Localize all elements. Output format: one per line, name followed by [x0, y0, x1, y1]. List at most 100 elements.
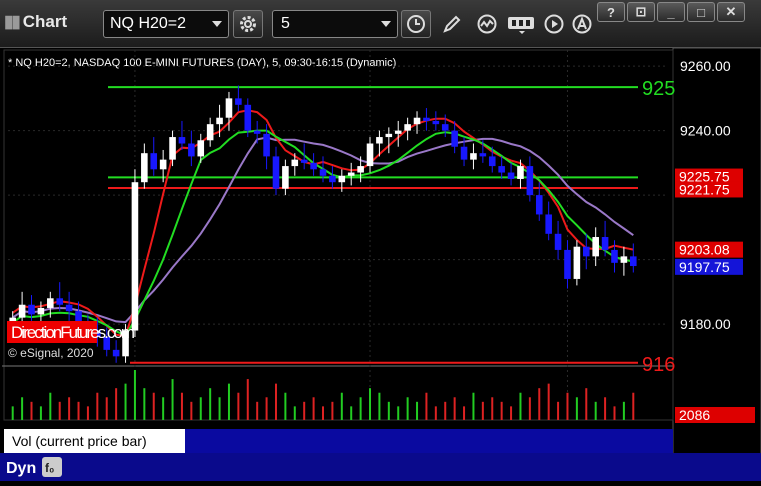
chart-toolbar: ▮▮ Chart NQ H20=2 5 ? ⊡ _ □ ✕: [0, 0, 761, 48]
candle-body: [394, 130, 402, 134]
candle-body: [582, 246, 590, 257]
candle-body: [535, 195, 543, 215]
link-button[interactable]: ⊡: [627, 2, 655, 22]
copyright-text: © eSignal, 2020: [8, 346, 94, 360]
grip-icon[interactable]: ▮▮: [4, 12, 21, 31]
window-title-text: Chart: [22, 12, 68, 31]
studies-button[interactable]: [473, 10, 501, 38]
candle-body: [329, 175, 336, 183]
candle-body: [169, 137, 176, 160]
chevron-down-icon[interactable]: [212, 21, 222, 27]
candle-body: [216, 117, 223, 125]
time-template-button[interactable]: [401, 10, 431, 38]
candle-body: [441, 124, 449, 131]
candle-body: [282, 166, 289, 189]
price-chart[interactable]: * NQ H20=2, NASDAQ 100 E-MINI FUTURES (D…: [0, 47, 761, 481]
candle-body: [357, 166, 364, 173]
candle-body: [554, 233, 562, 250]
candle-body: [479, 153, 487, 157]
vol-legend-label: Vol (current price bar): [12, 433, 147, 449]
volume-panel-bar: [185, 429, 673, 453]
volume-label-text: 2086: [679, 407, 710, 423]
get-icon: [508, 17, 534, 34]
candle-body: [630, 256, 637, 267]
price-tick-label: 9240.00: [680, 123, 731, 139]
symbol-input[interactable]: NQ H20=2: [103, 10, 229, 38]
candle-body: [28, 304, 35, 315]
question-icon: ?: [607, 4, 615, 20]
candle-body: [253, 130, 261, 134]
price-label-text: 9203.08: [679, 242, 730, 258]
candle-body: [526, 166, 534, 196]
maximize-icon: □: [697, 4, 705, 20]
candle-body: [404, 124, 411, 131]
study-wave-icon: [477, 14, 497, 34]
candle-body: [56, 298, 64, 305]
candle-body: [159, 159, 167, 170]
candle-body: [460, 146, 468, 160]
level-label: 925: [642, 78, 675, 100]
settings-button[interactable]: [233, 10, 263, 38]
candle-body: [150, 153, 158, 170]
candle-body: [197, 140, 205, 157]
close-icon: ✕: [725, 4, 737, 19]
close-button[interactable]: ✕: [717, 2, 745, 22]
candle-body: [291, 159, 299, 167]
alert-a-icon: [572, 14, 592, 34]
link-icon: ⊡: [635, 4, 647, 19]
candle-body: [432, 120, 440, 125]
interval-value: 5: [281, 15, 290, 32]
price-tick-label: 9180.00: [680, 316, 731, 332]
close-icon[interactable]: x: [170, 427, 177, 441]
level-label: 916: [642, 354, 675, 376]
candle-body: [263, 133, 270, 157]
price-tick-label: 9260.00: [680, 58, 731, 74]
chart-area[interactable]: * NQ H20=2, NASDAQ 100 E-MINI FUTURES (D…: [0, 47, 761, 481]
candle-body: [507, 172, 515, 179]
candle-body: [423, 117, 430, 121]
candle-body: [451, 130, 458, 147]
clock-icon: [407, 15, 425, 33]
interval-input[interactable]: 5: [272, 10, 398, 38]
candle-body: [347, 172, 355, 176]
candle-body: [225, 98, 233, 118]
candle-body: [545, 214, 552, 234]
chart-header: * NQ H20=2, NASDAQ 100 E-MINI FUTURES (D…: [8, 57, 396, 69]
candle-body: [112, 349, 120, 357]
candle-body: [310, 162, 317, 170]
candle-body: [178, 137, 186, 144]
candle-body: [65, 304, 73, 312]
help-button[interactable]: ?: [597, 2, 625, 22]
candle-body: [366, 143, 374, 167]
candle-body: [498, 166, 505, 173]
dyn-label: Dyn: [6, 460, 36, 477]
candle-body: [564, 249, 571, 279]
gear-icon: [240, 16, 256, 32]
maximize-button[interactable]: □: [687, 2, 715, 22]
time-axis-bar: [0, 453, 761, 481]
chevron-down-icon[interactable]: [381, 21, 391, 27]
candle-body: [188, 143, 195, 157]
candle-body: [47, 298, 54, 308]
candle-body: [517, 166, 524, 179]
minimize-button[interactable]: _: [657, 2, 685, 22]
candle-body: [376, 137, 383, 144]
candle-body: [235, 98, 242, 105]
candle-body: [413, 117, 421, 125]
candle-body: [319, 169, 327, 176]
watermark-text: DirectionFutures.com: [11, 323, 135, 342]
candle-body: [488, 156, 496, 167]
play-button[interactable]: [540, 10, 568, 38]
candle-body: [620, 256, 628, 263]
price-label-text: 9197.75: [679, 259, 730, 275]
draw-tool-button[interactable]: [438, 10, 466, 38]
get-data-button[interactable]: [506, 10, 538, 38]
alert-button[interactable]: [568, 10, 596, 38]
candle-body: [37, 307, 45, 315]
candle-body: [611, 249, 618, 263]
pencil-icon: [443, 15, 461, 33]
candle-body: [141, 153, 148, 183]
candle-body: [573, 246, 581, 279]
candle-body: [244, 104, 252, 131]
candle-body: [272, 156, 280, 189]
